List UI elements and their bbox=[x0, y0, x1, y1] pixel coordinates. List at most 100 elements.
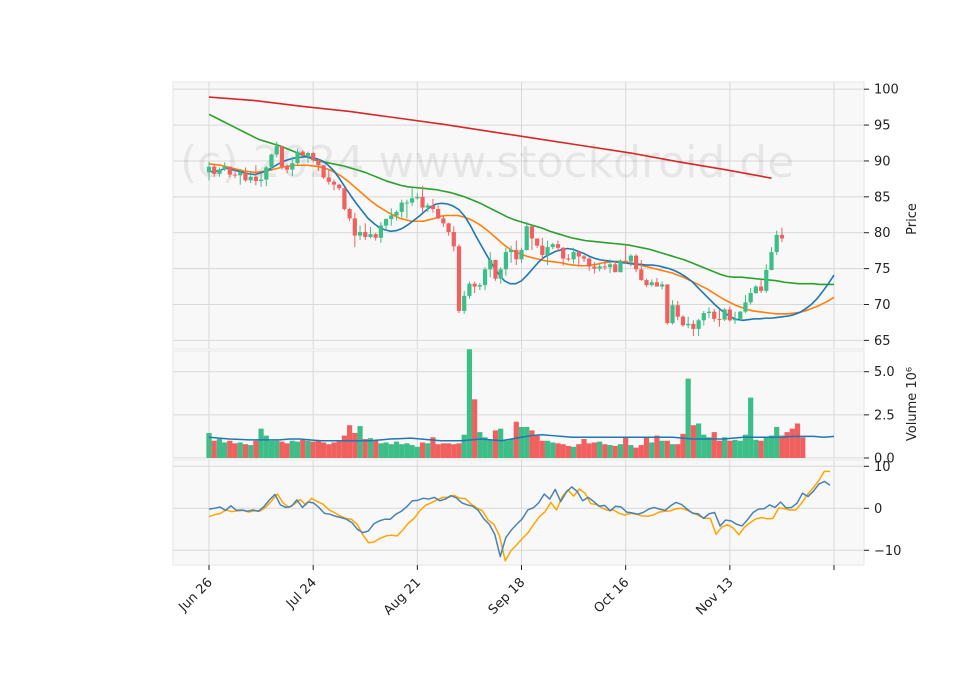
volume-bar bbox=[268, 440, 275, 458]
oscillator-tick-label: 0 bbox=[874, 502, 882, 517]
volume-bar bbox=[274, 440, 280, 458]
candle-body bbox=[696, 320, 701, 329]
volume-bar bbox=[419, 442, 426, 458]
candle-body bbox=[290, 163, 295, 170]
candle-body bbox=[561, 247, 566, 259]
volume-bar bbox=[300, 439, 306, 458]
candle-body bbox=[519, 249, 524, 260]
volume-bar bbox=[701, 434, 707, 458]
volume-bar bbox=[341, 435, 348, 458]
candle-body bbox=[415, 196, 420, 199]
oscillator-tick-label: 10 bbox=[874, 460, 891, 475]
volume-bar bbox=[763, 437, 769, 458]
volume-panel: 0.02.55.0 Volume 10⁶ bbox=[172, 349, 920, 467]
candle-body bbox=[722, 309, 727, 320]
volume-bar bbox=[492, 430, 499, 458]
candle-body bbox=[311, 153, 316, 161]
volume-bar bbox=[284, 443, 290, 458]
candle-body bbox=[540, 245, 545, 255]
candle-body bbox=[686, 323, 691, 326]
volume-bar bbox=[357, 426, 363, 458]
candle-body bbox=[436, 209, 441, 219]
volume-axis-label: Volume 10⁶ bbox=[905, 367, 920, 441]
oscillator-panel-background bbox=[172, 459, 865, 566]
volume-bar bbox=[664, 440, 670, 458]
volume-bar bbox=[461, 434, 467, 458]
volume-bar bbox=[753, 439, 759, 458]
candle-body bbox=[212, 166, 217, 174]
candle-body bbox=[535, 238, 540, 246]
candle-body bbox=[227, 166, 232, 175]
volume-bar bbox=[315, 439, 321, 458]
candle-body bbox=[743, 302, 748, 312]
volume-bar bbox=[550, 442, 556, 458]
volume-bar bbox=[581, 439, 587, 458]
candle-body bbox=[217, 169, 222, 174]
volume-bar bbox=[669, 444, 676, 458]
volume-bar bbox=[216, 439, 223, 458]
volume-bar bbox=[498, 428, 504, 458]
candle-body bbox=[779, 234, 785, 239]
volume-tick-label: 5.0 bbox=[874, 365, 895, 380]
volume-bar bbox=[727, 440, 733, 458]
volume-tick-label: 2.5 bbox=[874, 408, 895, 423]
candle-body bbox=[321, 165, 326, 178]
candle-body bbox=[279, 145, 285, 167]
volume-bar bbox=[414, 446, 420, 458]
candle-body bbox=[368, 234, 373, 238]
candle-body bbox=[347, 209, 352, 219]
candle-body bbox=[383, 219, 389, 226]
volume-bar bbox=[758, 440, 764, 458]
candle-body bbox=[717, 318, 722, 320]
volume-bar bbox=[570, 446, 577, 458]
volume-bar bbox=[732, 439, 738, 458]
volume-bar bbox=[336, 440, 342, 458]
candle-body bbox=[508, 249, 514, 253]
candle-body bbox=[654, 282, 660, 287]
volume-bar bbox=[253, 440, 259, 458]
candle-body bbox=[670, 305, 675, 324]
candle-body bbox=[613, 264, 618, 273]
volume-bar bbox=[227, 440, 233, 458]
volume-bar bbox=[279, 441, 285, 458]
volume-bar bbox=[326, 444, 332, 458]
volume-bar bbox=[451, 444, 457, 458]
volume-bar bbox=[404, 443, 410, 458]
candle-body bbox=[566, 258, 571, 260]
candle-body bbox=[649, 282, 654, 286]
volume-bar bbox=[466, 349, 473, 458]
candle-body bbox=[493, 260, 498, 279]
volume-bar bbox=[456, 443, 462, 458]
candle-body bbox=[639, 269, 644, 281]
candle-body bbox=[764, 270, 769, 291]
candle-body bbox=[633, 255, 639, 270]
volume-bar bbox=[409, 445, 415, 458]
candle-body bbox=[706, 311, 712, 314]
candle-body bbox=[477, 285, 482, 287]
volume-bar bbox=[685, 378, 691, 458]
candle-body bbox=[378, 225, 383, 238]
candle-body bbox=[660, 284, 665, 287]
candle-body bbox=[555, 244, 561, 248]
volume-bar bbox=[362, 439, 368, 458]
volume-bar bbox=[513, 421, 519, 458]
candle-body bbox=[305, 153, 311, 156]
volume-bar bbox=[425, 443, 431, 458]
candle-body bbox=[394, 211, 399, 216]
candle-body bbox=[232, 174, 238, 176]
volume-bar bbox=[612, 445, 618, 458]
candle-body bbox=[264, 167, 269, 180]
volume-bar bbox=[378, 443, 384, 458]
volume-bar bbox=[232, 443, 238, 458]
candle-body bbox=[331, 181, 337, 185]
candle-body bbox=[337, 184, 342, 189]
candle-body bbox=[758, 286, 764, 291]
volume-bar bbox=[320, 442, 327, 458]
candle-body bbox=[404, 202, 410, 204]
volume-bar bbox=[289, 440, 295, 458]
candle-body bbox=[581, 256, 587, 259]
candle-body bbox=[258, 179, 264, 182]
candle-body bbox=[738, 311, 743, 319]
candle-body bbox=[441, 218, 446, 224]
volume-bar bbox=[623, 437, 629, 458]
